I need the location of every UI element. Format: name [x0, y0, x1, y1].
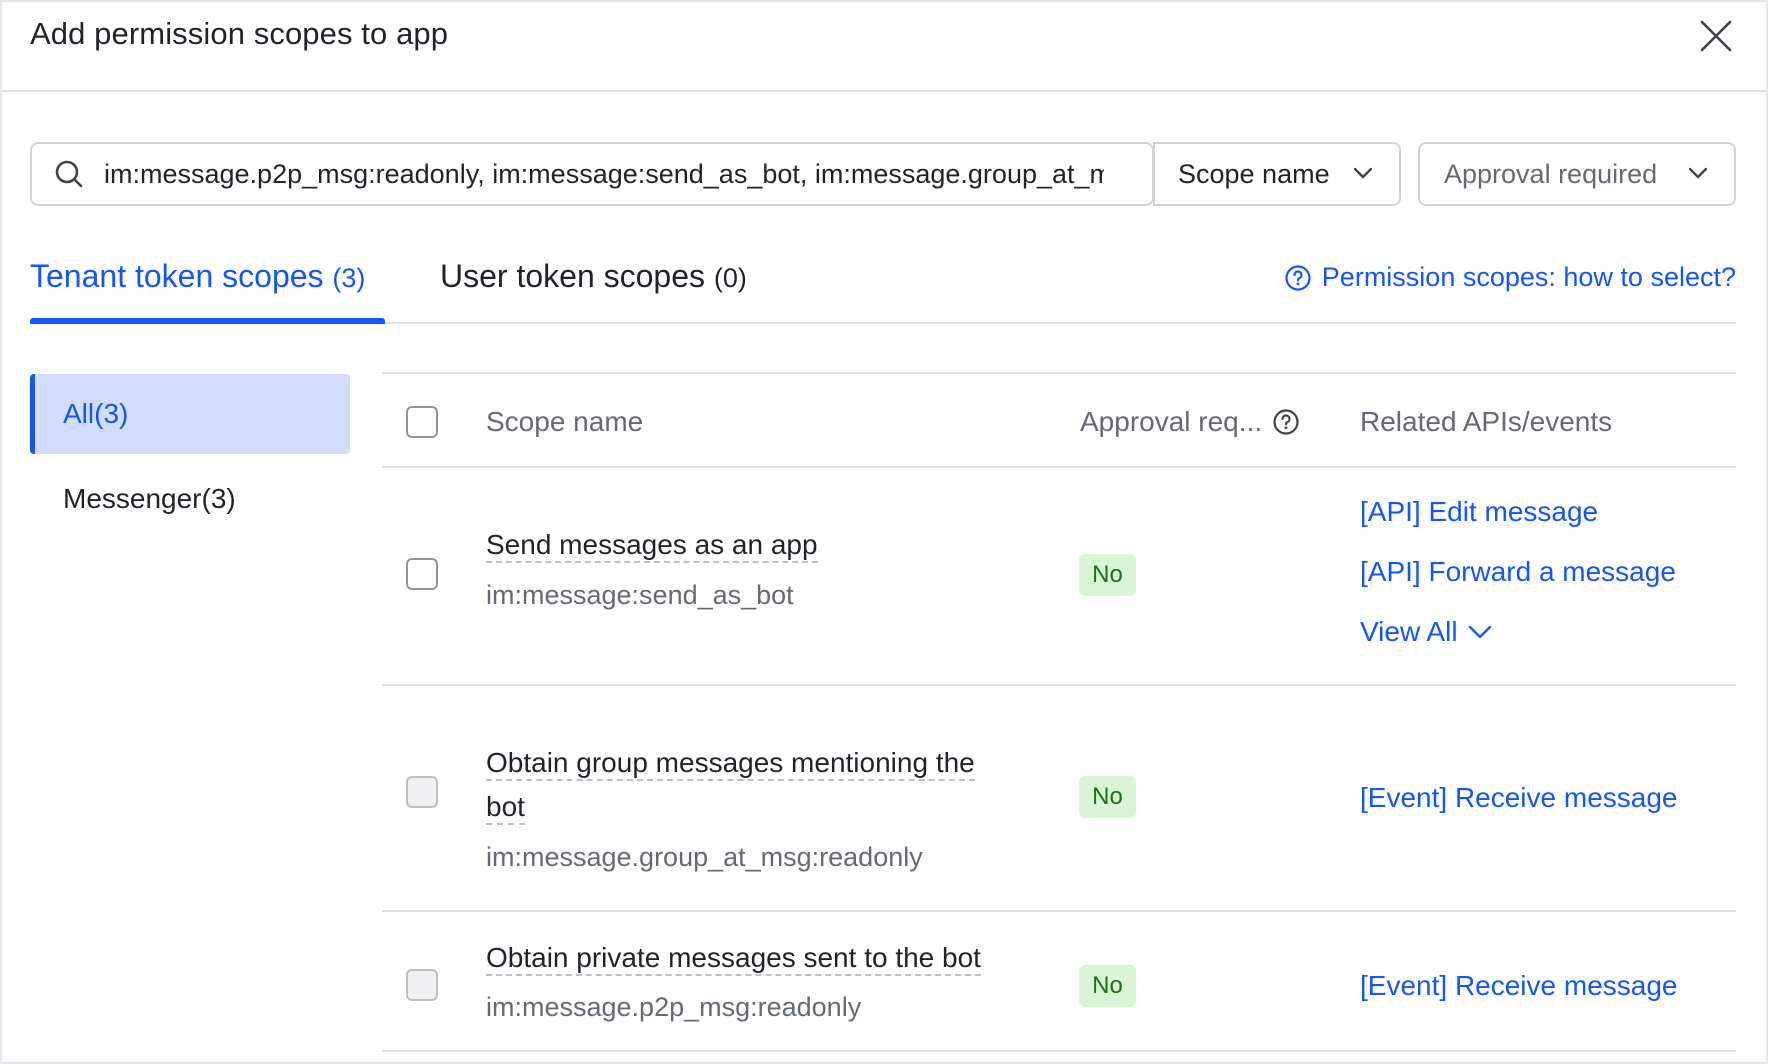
- permission-scopes-dialog: Add permission scopes to app Scope name …: [0, 0, 1768, 1064]
- close-button[interactable]: [1696, 16, 1736, 56]
- scope-tabs: Tenant token scopes (3) User token scope…: [30, 250, 1736, 324]
- chevron-down-icon: [1353, 167, 1373, 179]
- row-checkbox[interactable]: [406, 969, 438, 1001]
- approval-badge: No: [1079, 776, 1136, 818]
- approval-required-select-label: Approval required: [1444, 158, 1658, 189]
- tab-user-token-scopes[interactable]: User token scopes (0): [440, 258, 747, 295]
- category-label: All(3): [63, 398, 129, 429]
- related-api-link[interactable]: [API] Edit message: [1360, 496, 1598, 528]
- close-icon: [1700, 20, 1732, 52]
- view-all-link[interactable]: View All: [1360, 616, 1492, 648]
- scopes-table: Scope name Approval req... Related APIs/…: [382, 372, 1736, 1064]
- table-header: Scope name Approval req... Related APIs/…: [382, 372, 1736, 468]
- tab-tenant-token-scopes[interactable]: Tenant token scopes (3): [30, 258, 365, 295]
- approval-badge: No: [1079, 965, 1136, 1007]
- table-row: Send messages as an app im:message:send_…: [382, 466, 1736, 686]
- row-checkbox[interactable]: [406, 776, 438, 808]
- tab-label: Tenant token scopes: [30, 258, 324, 294]
- search-input[interactable]: [104, 154, 1104, 194]
- scope-key: im:message.p2p_msg:readonly: [486, 992, 862, 1022]
- row-checkbox[interactable]: [406, 558, 438, 590]
- search-field-select[interactable]: Scope name: [1153, 142, 1401, 206]
- scope-title: Obtain group messages mentioning the bot: [486, 741, 975, 829]
- scope-key: im:message.group_at_msg:readonly: [486, 842, 923, 872]
- scope-title-text: Obtain group messages mentioning the: [486, 747, 975, 781]
- dialog-title: Add permission scopes to app: [30, 16, 449, 51]
- help-link[interactable]: Permission scopes: how to select?: [1284, 262, 1736, 293]
- column-header-approval: Approval req...: [1080, 406, 1300, 438]
- question-circle-icon[interactable]: [1272, 408, 1300, 436]
- scope-title: Obtain private messages sent to the bot: [486, 936, 981, 980]
- dialog-header: Add permission scopes to app: [2, 2, 1766, 92]
- scope-title-text: Obtain private messages sent to the bot: [486, 942, 981, 976]
- help-link-text: Permission scopes: how to select?: [1321, 262, 1736, 292]
- help-circle-icon: [1285, 264, 1311, 291]
- scope-title-text: Send messages as an app: [486, 529, 818, 563]
- chevron-down-icon: [1688, 167, 1708, 179]
- table-row: Obtain private messages sent to the bot …: [382, 912, 1736, 1052]
- approval-badge: No: [1079, 554, 1136, 596]
- column-header-approval-label: Approval req...: [1080, 406, 1263, 437]
- scope-key: im:message:send_as_bot: [486, 580, 794, 610]
- table-row: Obtain group messages mentioning the bot…: [382, 686, 1736, 912]
- related-api-link[interactable]: [Event] Receive message: [1360, 782, 1678, 814]
- tab-count: (3): [332, 263, 366, 293]
- scope-title: Send messages as an app: [486, 523, 818, 567]
- search-field-select-label: Scope name: [1178, 158, 1330, 189]
- search-box: [30, 142, 1154, 206]
- column-header-related: Related APIs/events: [1360, 406, 1613, 437]
- approval-required-select[interactable]: Approval required: [1418, 142, 1736, 206]
- active-tab-indicator: [30, 318, 385, 324]
- column-header-scope-name: Scope name: [486, 406, 644, 437]
- category-messenger[interactable]: Messenger(3): [30, 464, 350, 534]
- category-label: Messenger(3): [63, 483, 236, 514]
- related-api-link[interactable]: [Event] Receive message: [1360, 970, 1678, 1002]
- scope-title-text: bot: [486, 791, 525, 825]
- search-icon: [54, 158, 86, 190]
- tab-count: (0): [713, 263, 747, 293]
- related-api-link[interactable]: [API] Forward a message: [1360, 556, 1676, 588]
- select-all-checkbox[interactable]: [406, 406, 438, 438]
- tab-label: User token scopes: [440, 258, 706, 294]
- view-all-label: View All: [1360, 616, 1458, 647]
- category-all[interactable]: All(3): [30, 374, 350, 454]
- chevron-down-icon: [1468, 625, 1491, 639]
